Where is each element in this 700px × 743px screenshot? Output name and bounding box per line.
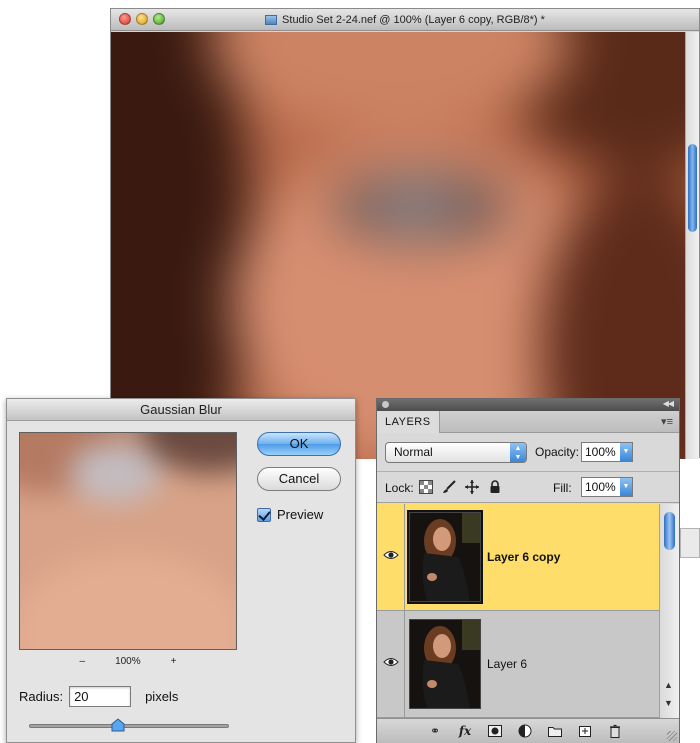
layers-list: Layer 6 copy Layer 6 xyxy=(377,504,679,718)
blend-mode-select[interactable]: Normal ▲ ▼ xyxy=(385,442,527,463)
close-window-button[interactable] xyxy=(119,13,131,25)
lock-all-icon[interactable] xyxy=(488,480,502,494)
layer-name[interactable]: Layer 6 xyxy=(487,657,527,671)
lock-label: Lock: xyxy=(385,481,414,495)
fill-field[interactable]: 100% ▼ xyxy=(581,477,633,497)
document-scroll-thumb[interactable] xyxy=(688,144,697,232)
lock-transparent-pixels-icon[interactable] xyxy=(419,480,433,494)
tab-layers[interactable]: LAYERS xyxy=(377,411,440,433)
panel-topbar[interactable]: ◀◀ xyxy=(377,399,679,411)
eye-icon xyxy=(383,551,399,559)
scroll-up-icon[interactable]: ▲ xyxy=(664,680,673,690)
layer-row[interactable]: Layer 6 xyxy=(377,611,659,718)
ok-button[interactable]: OK xyxy=(257,432,341,456)
visibility-toggle[interactable] xyxy=(377,504,405,610)
fx-icon[interactable]: fx xyxy=(457,723,473,739)
zoom-window-button[interactable] xyxy=(153,13,165,25)
radius-slider-track[interactable] xyxy=(29,724,229,728)
panel-close-icon[interactable] xyxy=(382,401,389,408)
document-proxy-icon[interactable] xyxy=(265,14,278,25)
link-layers-icon[interactable]: ⚭ xyxy=(427,723,443,739)
new-layer-icon[interactable] xyxy=(577,723,593,739)
window-controls xyxy=(119,13,165,25)
preview-checkbox[interactable] xyxy=(257,507,271,522)
panel-collapse-icon[interactable]: ◀◀ xyxy=(663,399,674,408)
resize-grip[interactable] xyxy=(667,731,677,741)
blend-mode-arrows-icon: ▲ ▼ xyxy=(510,443,526,462)
blurred-photo xyxy=(111,32,687,459)
panel-menu-icon[interactable]: ▾≡ xyxy=(661,415,673,428)
lock-fill-row: Lock: Fill: 100% ▼ xyxy=(377,473,679,503)
blur-preview-image xyxy=(20,433,236,649)
scroll-down-icon[interactable]: ▼ xyxy=(664,698,673,708)
trash-icon[interactable] xyxy=(607,723,623,739)
layer-name[interactable]: Layer 6 copy xyxy=(487,550,560,564)
eye-icon xyxy=(383,658,399,666)
fill-dropdown-icon[interactable]: ▼ xyxy=(620,478,632,496)
new-group-icon[interactable] xyxy=(547,723,563,739)
layer-row[interactable]: Layer 6 copy xyxy=(377,504,659,611)
layer-thumbnail xyxy=(407,510,483,604)
layers-footer-toolbar: ⚭ fx xyxy=(377,718,679,743)
visibility-toggle[interactable] xyxy=(377,611,405,717)
add-mask-icon[interactable] xyxy=(487,723,503,739)
fill-value: 100% xyxy=(585,480,616,494)
document-window: Studio Set 2-24.nef @ 100% (Layer 6 copy… xyxy=(110,8,700,459)
blur-preview-pane[interactable] xyxy=(19,432,237,650)
canvas-horizontal-scroll-stub[interactable] xyxy=(680,528,700,558)
dialog-title: Gaussian Blur xyxy=(7,399,355,421)
blend-mode-value: Normal xyxy=(394,445,433,459)
zoom-in-button[interactable]: + xyxy=(171,656,177,667)
blend-opacity-row: Normal ▲ ▼ Opacity: 100% ▼ xyxy=(377,434,679,472)
panel-tab-bar: LAYERS ▾≡ xyxy=(377,411,679,433)
lock-position-icon[interactable] xyxy=(465,480,479,494)
layers-panel: ◀◀ LAYERS ▾≡ Normal ▲ ▼ Opacity: 100% ▼ L… xyxy=(376,398,680,743)
opacity-field[interactable]: 100% ▼ xyxy=(581,442,633,462)
radius-input[interactable]: 20 xyxy=(69,686,132,707)
document-title: Studio Set 2-24.nef @ 100% (Layer 6 copy… xyxy=(282,13,545,26)
zoom-level: 100% xyxy=(115,656,141,667)
opacity-label: Opacity: xyxy=(535,445,580,459)
preview-checkbox-row[interactable]: Preview xyxy=(257,507,323,522)
preview-zoom-controls: – 100% + xyxy=(19,656,237,667)
zoom-out-button[interactable]: – xyxy=(80,656,86,667)
radius-slider-thumb[interactable] xyxy=(111,718,125,732)
opacity-value: 100% xyxy=(585,445,616,459)
cancel-button[interactable]: Cancel xyxy=(257,467,341,491)
adjustment-layer-icon[interactable] xyxy=(517,723,533,739)
minimize-window-button[interactable] xyxy=(136,13,148,25)
gaussian-blur-dialog: Gaussian Blur – 100% + OK Cancel Preview… xyxy=(6,398,356,743)
radius-unit-label: pixels xyxy=(145,689,179,704)
radius-label: Radius: xyxy=(19,689,64,704)
lock-image-pixels-icon[interactable] xyxy=(442,480,456,494)
document-titlebar[interactable]: Studio Set 2-24.nef @ 100% (Layer 6 copy… xyxy=(111,9,699,31)
fill-label: Fill: xyxy=(553,481,572,495)
image-canvas[interactable] xyxy=(111,32,687,459)
layer-thumbnail xyxy=(409,619,481,709)
opacity-dropdown-icon[interactable]: ▼ xyxy=(620,443,632,461)
preview-label: Preview xyxy=(277,507,324,522)
layers-scroll-thumb[interactable] xyxy=(664,512,675,550)
radius-row: Radius: 20 pixels xyxy=(19,686,178,707)
document-vertical-scrollbar[interactable] xyxy=(685,32,699,459)
layers-scrollbar[interactable]: ▲ ▼ xyxy=(659,504,679,718)
